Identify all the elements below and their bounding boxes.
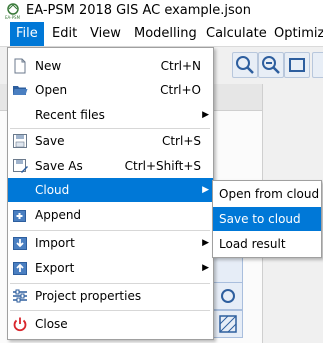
file-menu-cloud[interactable]: Cloud ▶ bbox=[8, 178, 213, 202]
menu-optimize[interactable]: Optimize bbox=[268, 22, 323, 46]
menu-label: New bbox=[35, 59, 62, 73]
menu-shortcut: Ctrl+S bbox=[161, 134, 201, 148]
file-menu-save[interactable]: Save Ctrl+S bbox=[8, 129, 213, 153]
menu-label: Save As bbox=[35, 159, 83, 173]
fit-view-button[interactable] bbox=[284, 52, 310, 78]
open-folder-icon bbox=[13, 86, 28, 95]
menu-label: Save bbox=[35, 134, 65, 148]
menu-view[interactable]: View bbox=[84, 22, 127, 46]
menu-label: Cloud bbox=[35, 183, 70, 197]
save-icon bbox=[13, 134, 27, 148]
file-menu-recent-files[interactable]: Recent files ▶ bbox=[8, 103, 213, 127]
window-title: EA-PSM 2018 GIS AC example.json bbox=[26, 3, 251, 18]
tool-button-1[interactable] bbox=[213, 255, 243, 283]
menu-label: Open bbox=[35, 83, 68, 97]
cloud-open-from-cloud[interactable]: Open from cloud bbox=[213, 182, 321, 206]
zoom-out-button[interactable] bbox=[258, 52, 284, 78]
power-icon bbox=[13, 317, 27, 332]
tool-button-3[interactable] bbox=[213, 310, 243, 338]
cloud-save-to-cloud[interactable]: Save to cloud bbox=[213, 207, 321, 231]
cloud-submenu: Open from cloud Save to cloud Load resul… bbox=[212, 180, 322, 258]
zoom-in-button[interactable] bbox=[232, 52, 258, 78]
menu-label: Project properties bbox=[35, 289, 142, 303]
import-icon bbox=[13, 237, 27, 250]
menu-label: Import bbox=[35, 236, 75, 250]
title-bar: EA-PSM EA-PSM 2018 GIS AC example.json bbox=[0, 0, 323, 22]
toolbar-button-partial[interactable] bbox=[312, 52, 323, 78]
new-file-icon bbox=[14, 58, 26, 74]
app-logo-icon: EA-PSM bbox=[5, 3, 21, 20]
append-icon bbox=[13, 210, 26, 222]
file-menu-export[interactable]: Export ▶ bbox=[8, 256, 213, 280]
menu-shortcut: Ctrl+N bbox=[160, 59, 201, 73]
menu-file[interactable]: File bbox=[10, 22, 44, 46]
save-as-icon bbox=[13, 159, 28, 173]
file-menu-project-properties[interactable]: Project properties bbox=[8, 284, 213, 308]
submenu-arrow-icon: ▶ bbox=[202, 110, 209, 120]
zoom-out-icon bbox=[262, 56, 280, 74]
tool-button-2[interactable] bbox=[213, 282, 243, 310]
file-menu-close[interactable]: Close bbox=[8, 312, 213, 336]
fit-view-icon bbox=[289, 58, 305, 72]
svg-text:EA-PSM: EA-PSM bbox=[5, 15, 21, 20]
menu-shortcut: Ctrl+Shift+S bbox=[124, 159, 201, 173]
submenu-arrow-icon: ▶ bbox=[202, 263, 209, 273]
submenu-arrow-icon: ▶ bbox=[202, 185, 209, 195]
file-menu-append[interactable]: Append bbox=[8, 203, 213, 227]
file-menu-save-as[interactable]: Save As Ctrl+Shift+S bbox=[8, 154, 213, 178]
file-menu-new[interactable]: New Ctrl+N bbox=[8, 54, 213, 78]
menu-label: Export bbox=[35, 261, 75, 275]
menu-label: Append bbox=[35, 208, 82, 222]
file-menu-dropdown: New Ctrl+N Open Ctrl+O Recent files ▶ Sa… bbox=[7, 47, 214, 340]
menu-separator bbox=[10, 310, 210, 311]
export-icon bbox=[13, 262, 27, 275]
hatch-icon bbox=[219, 315, 237, 333]
file-menu-open[interactable]: Open Ctrl+O bbox=[8, 78, 213, 102]
properties-icon bbox=[13, 289, 27, 303]
submenu-arrow-icon: ▶ bbox=[202, 238, 209, 248]
menu-label: Recent files bbox=[35, 108, 105, 122]
menu-edit[interactable]: Edit bbox=[46, 22, 83, 46]
cloud-load-result[interactable]: Load result bbox=[213, 232, 321, 256]
menu-bar: File Edit View Modelling Calculate Optim… bbox=[0, 22, 323, 47]
rotate-icon bbox=[221, 289, 235, 303]
menu-calculate[interactable]: Calculate bbox=[200, 22, 273, 46]
menu-shortcut: Ctrl+O bbox=[160, 83, 201, 97]
zoom-in-icon bbox=[236, 56, 254, 74]
file-menu-import[interactable]: Import ▶ bbox=[8, 231, 213, 255]
menu-modelling[interactable]: Modelling bbox=[128, 22, 203, 46]
menu-label: Close bbox=[35, 317, 68, 331]
